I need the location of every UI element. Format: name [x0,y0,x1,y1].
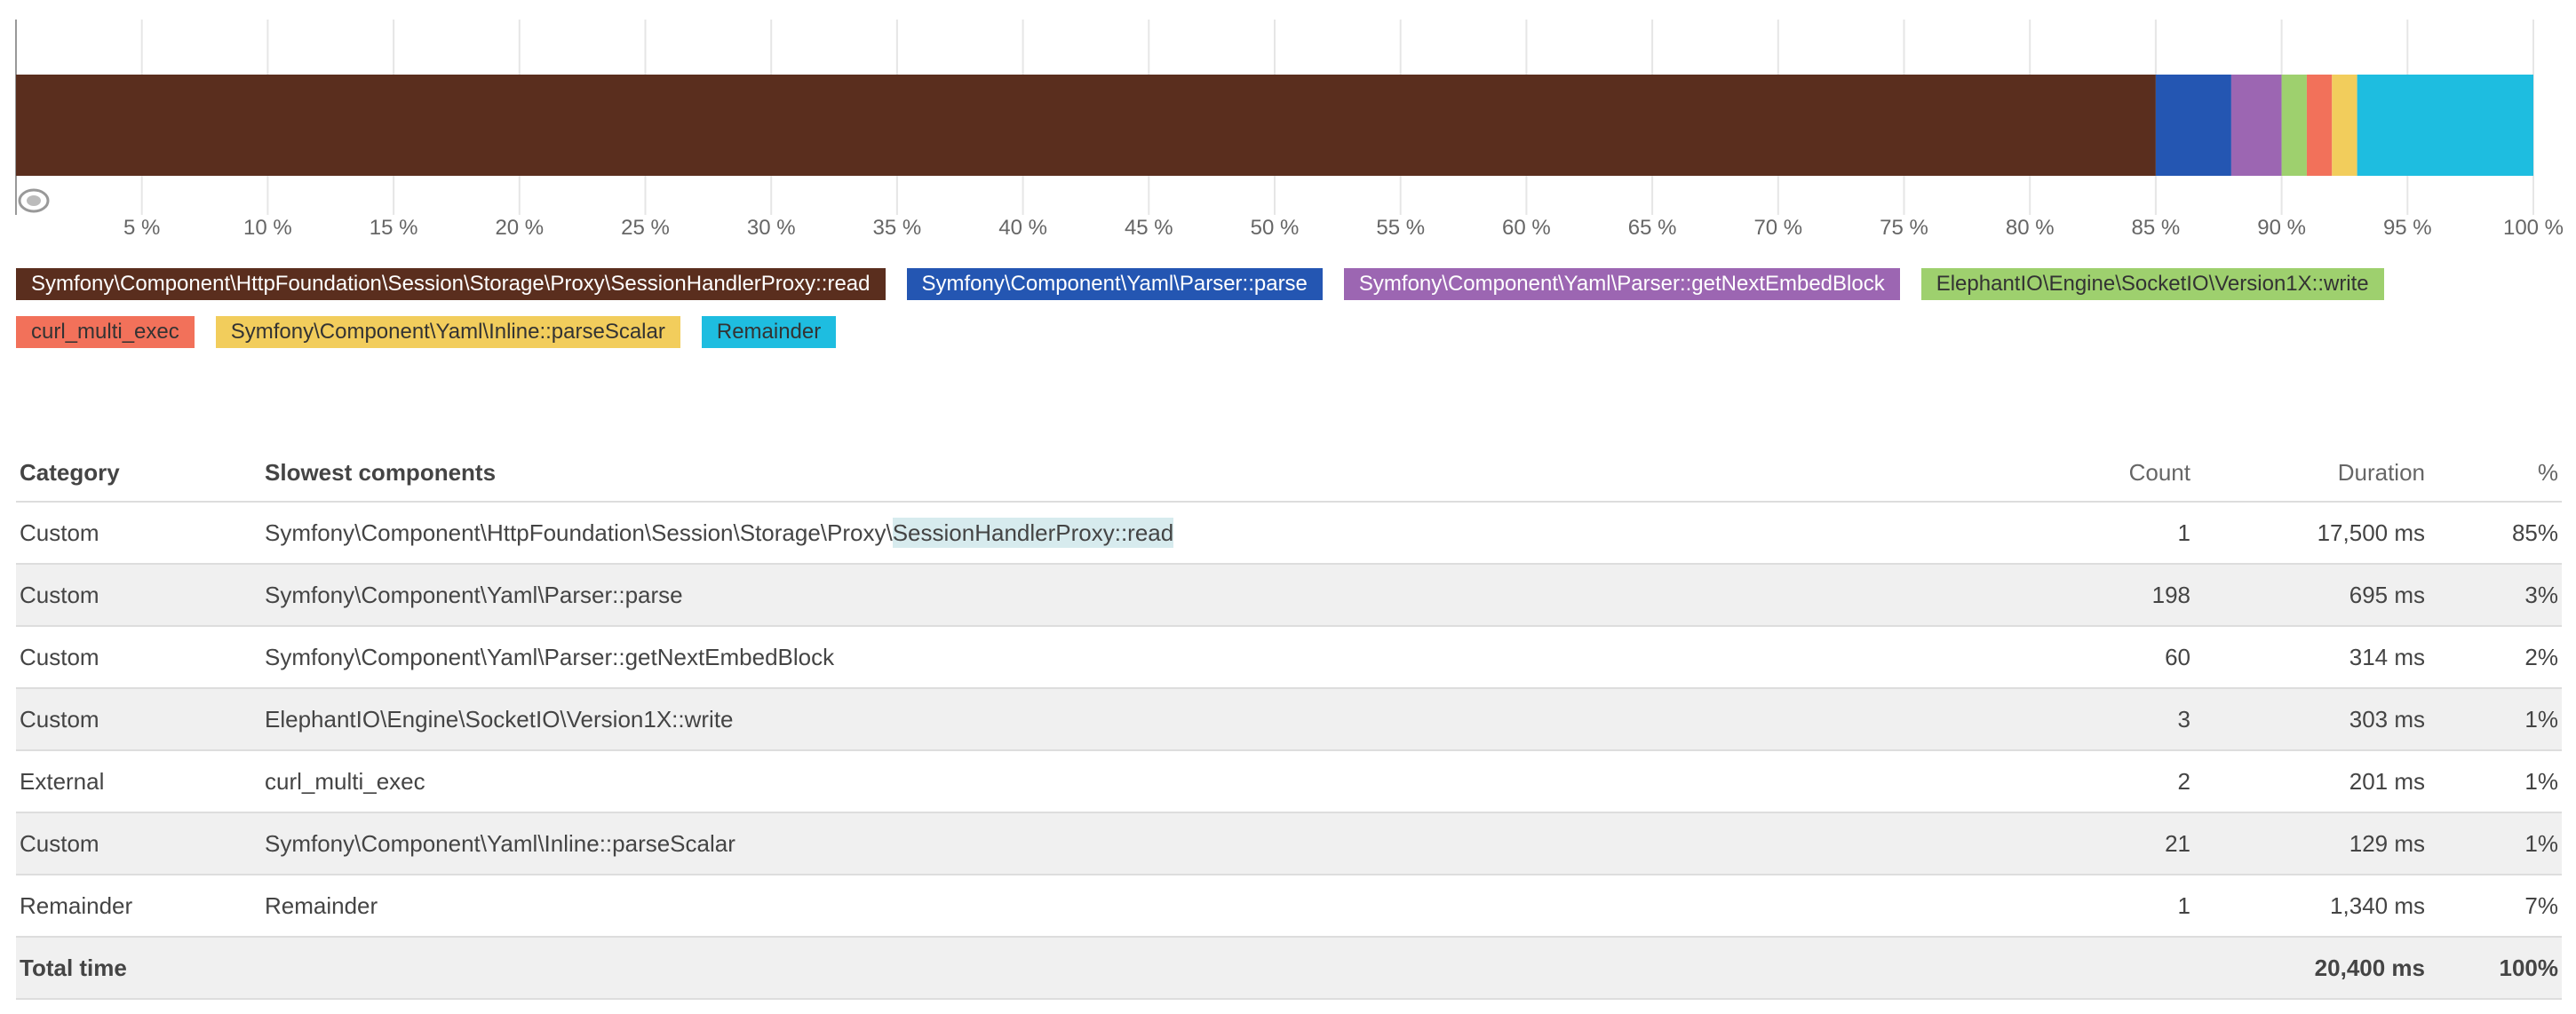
category-cell: Custom [16,812,261,875]
x-tick-label: 55 % [1376,216,1425,240]
x-tick-label: 45 % [1125,216,1173,240]
total-duration: 20,400 ms [2194,937,2429,1000]
table-row[interactable]: Custom ElephantIO\Engine\SocketIO\Version… [16,688,2562,751]
x-tick-label: 20 % [495,216,544,240]
count-cell: 1 [1956,502,2194,565]
total-percent: 100% [2429,937,2562,1000]
category-cell: Remainder [16,875,261,938]
duration-cell: 303 ms [2194,688,2429,751]
component-cell: ElephantIO\Engine\SocketIO\Version1X::wr… [261,688,1956,751]
x-tick-label: 50 % [1251,216,1300,240]
x-tick-label: 15 % [370,216,418,240]
header-duration: Duration [2194,444,2429,503]
category-cell: Custom [16,626,261,689]
duration-cell: 314 ms [2194,626,2429,689]
count-cell: 1 [1956,875,2194,938]
legend-item[interactable]: Symfony\Component\Yaml\Inline::parseScal… [215,316,680,348]
zoom-handle-center [27,195,41,206]
components-table-container: Category Slowest components Count Durati… [16,444,2562,1000]
component-cell: Symfony\Component\Yaml\Parser::parse [261,564,1956,627]
header-count: Count [1956,444,2194,503]
legend-item[interactable]: Remainder [701,316,837,348]
total-component-cell [261,937,1956,1000]
x-tick-label: 65 % [1628,216,1677,240]
duration-cell: 201 ms [2194,750,2429,813]
legend-item[interactable]: Symfony\Component\Yaml\Parser::parse [906,268,1323,300]
x-tick-label: 35 % [873,216,922,240]
duration-cell: 129 ms [2194,812,2429,875]
table-row[interactable]: External curl_multi_exec 2 201 ms 1% [16,750,2562,813]
table-body: Custom Symfony\Component\HttpFoundation\S… [16,502,2562,1000]
x-tick-label: 100 % [2503,216,2564,240]
legend-item[interactable]: Symfony\Component\HttpFoundation\Session… [16,268,886,300]
table-row[interactable]: Custom Symfony\Component\HttpFoundation\S… [16,502,2562,565]
x-tick-label: 10 % [243,216,292,240]
percent-cell: 1% [2429,812,2562,875]
percent-cell: 1% [2429,688,2562,751]
table-row[interactable]: Custom Symfony\Component\Yaml\Parser::get… [16,626,2562,689]
stacked-bar-chart: 5 % 10 % 15 % 20 % 25 % 30 % 35 % 40 % 45 % 50 % 5… [0,0,2576,249]
duration-cell: 1,340 ms [2194,875,2429,938]
component-highlight: SessionHandlerProxy::read [892,517,1174,548]
duration-cell: 17,500 ms [2194,502,2429,565]
header-percent: % [2429,444,2562,503]
category-cell: Custom [16,564,261,627]
count-cell: 3 [1956,688,2194,751]
chart-legend: Symfony\Component\HttpFoundation\Session… [16,268,2556,348]
legend-item[interactable]: ElephantIO\Engine\SocketIO\Version1X::wr… [1920,268,2384,300]
x-tick-label: 5 % [123,216,160,240]
bar-segment [16,75,2156,176]
total-count-cell [1956,937,2194,1000]
duration-cell: 695 ms [2194,564,2429,627]
x-tick-label: 80 % [2006,216,2055,240]
components-table: Category Slowest components Count Durati… [16,444,2562,1000]
bar-segment [2155,75,2231,176]
x-tick-label: 90 % [2257,216,2306,240]
percent-cell: 1% [2429,750,2562,813]
component-cell: Remainder [261,875,1956,938]
count-cell: 60 [1956,626,2194,689]
legend-item[interactable]: curl_multi_exec [16,316,195,348]
component-cell: Symfony\Component\HttpFoundation\Session… [261,502,1956,565]
legend-item[interactable]: Symfony\Component\Yaml\Parser::getNextEm… [1343,268,1900,300]
total-row: Total time 20,400 ms 100% [16,937,2562,1000]
category-cell: Custom [16,502,261,565]
percent-cell: 3% [2429,564,2562,627]
total-label: Total time [16,937,261,1000]
chart-svg: 5 % 10 % 15 % 20 % 25 % 30 % 35 % 40 % 45 % 50 % 5… [15,20,2564,240]
table-row[interactable]: Custom Symfony\Component\Yaml\Inline::par… [16,812,2562,875]
count-cell: 21 [1956,812,2194,875]
category-cell: External [16,750,261,813]
table-row[interactable]: Remainder Remainder 1 1,340 ms 7% [16,875,2562,938]
x-tick-label: 25 % [621,216,670,240]
component-cell: Symfony\Component\Yaml\Inline::parseScal… [261,812,1956,875]
x-tick-label: 40 % [998,216,1047,240]
x-tick-label: 75 % [1880,216,1928,240]
category-cell: Custom [16,688,261,751]
percent-cell: 2% [2429,626,2562,689]
x-tick-label: 85 % [2132,216,2181,240]
count-cell: 2 [1956,750,2194,813]
bar-segment [2281,75,2307,176]
bar-segment [2306,75,2333,176]
x-tick-label: 30 % [747,216,796,240]
table-header-row: Category Slowest components Count Durati… [16,444,2562,503]
bar-segment [2332,75,2357,176]
count-cell: 198 [1956,564,2194,627]
percent-cell: 85% [2429,502,2562,565]
component-cell: Symfony\Component\Yaml\Parser::getNextEm… [261,626,1956,689]
bar-segment [2230,75,2282,176]
x-tick-label: 95 % [2383,216,2432,240]
percent-cell: 7% [2429,875,2562,938]
header-slowest-components: Slowest components [261,444,1956,503]
component-cell: curl_multi_exec [261,750,1956,813]
x-tick-label: 60 % [1502,216,1551,240]
bar-segment [2357,75,2533,176]
table-row[interactable]: Custom Symfony\Component\Yaml\Parser::par… [16,564,2562,627]
x-tick-label: 70 % [1753,216,1802,240]
header-category: Category [16,444,261,503]
